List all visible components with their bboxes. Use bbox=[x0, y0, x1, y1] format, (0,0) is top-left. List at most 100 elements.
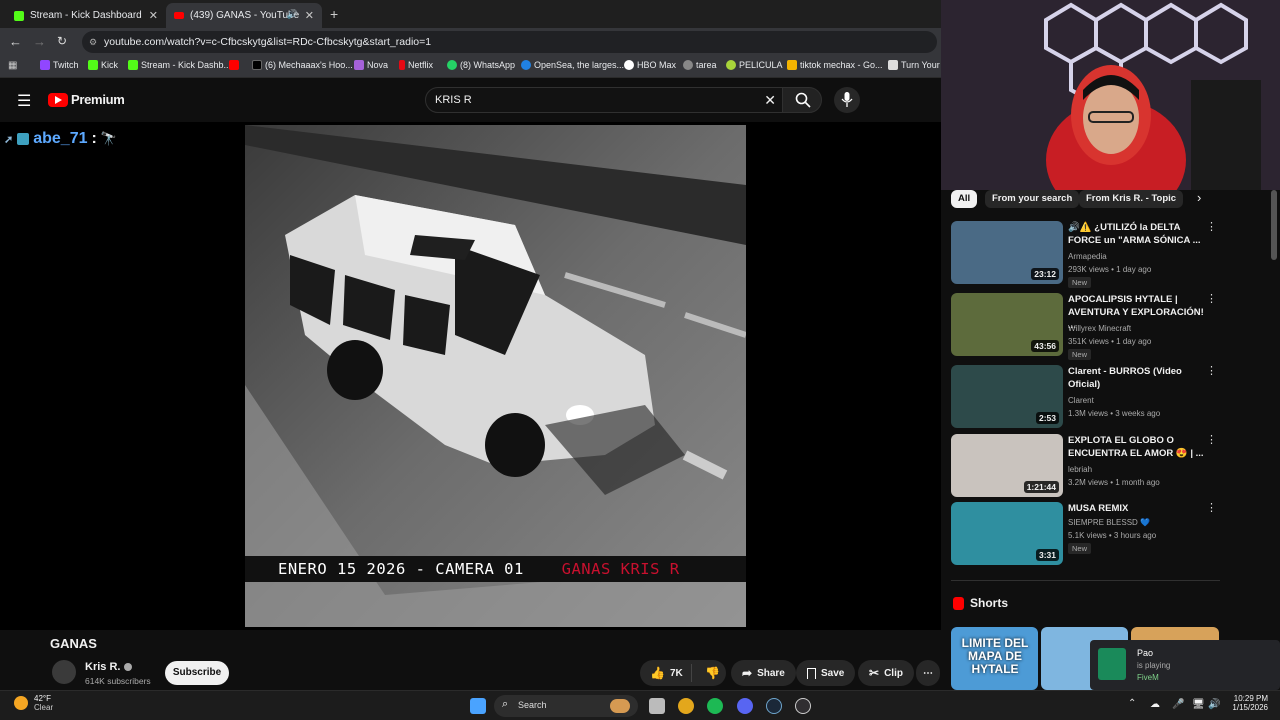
recommendation-item[interactable]: 43:56 APOCALIPSIS HYTALE | AVENTURA Y EX… bbox=[951, 293, 1221, 360]
taskbar-search-label: Search bbox=[518, 700, 547, 710]
tray-icon[interactable]: 🎤 bbox=[1172, 699, 1184, 710]
chevron-up-icon[interactable]: ⌃ bbox=[1128, 698, 1136, 709]
new-tab-button[interactable]: + bbox=[330, 6, 338, 22]
chevron-right-icon[interactable]: › bbox=[1197, 190, 1201, 205]
weather-icon bbox=[14, 696, 28, 710]
bookmark-x[interactable]: (6) Mechaaax's Hoo... bbox=[252, 60, 353, 70]
bookmark-turn-your[interactable]: Turn Your S bbox=[888, 60, 948, 70]
spotify-icon[interactable] bbox=[707, 698, 723, 714]
bookmark-kick[interactable]: Kick bbox=[88, 60, 118, 70]
recommendation-item[interactable]: 1:21:44 EXPLOTA EL GLOBO O ENCUENTRA EL … bbox=[951, 434, 1221, 498]
youtube-logo[interactable]: Premium bbox=[48, 92, 125, 107]
channel-name: Clarent bbox=[1068, 396, 1094, 405]
chrome-icon[interactable] bbox=[678, 698, 694, 714]
more-vert-icon[interactable]: ⋮ bbox=[1206, 294, 1217, 305]
video-thumbnail[interactable]: 23:12 bbox=[951, 221, 1063, 284]
search-button[interactable] bbox=[782, 87, 822, 113]
video-duration: 43:56 bbox=[1031, 340, 1059, 352]
more-vert-icon[interactable]: ⋮ bbox=[1206, 366, 1217, 377]
microphone-icon bbox=[841, 92, 853, 107]
channel-name-row[interactable]: Kris R. bbox=[85, 661, 133, 673]
apps-grid-icon[interactable]: ▦ bbox=[8, 60, 17, 71]
close-icon[interactable]: ✕ bbox=[305, 9, 314, 22]
chip-all[interactable]: All bbox=[951, 190, 978, 208]
url-field[interactable]: ⚙ youtube.com/watch?v=c-Cfbcskytg&list=R… bbox=[82, 31, 937, 53]
more-vert-icon[interactable]: ⋮ bbox=[1206, 435, 1217, 446]
dislike-button[interactable]: 👎 bbox=[697, 666, 720, 680]
recommendation-item[interactable]: 23:12 🔊⚠️ ¿UTILIZÓ la DELTA FORCE un "AR… bbox=[951, 221, 1221, 288]
search-input[interactable]: KRIS R ✕ bbox=[425, 87, 783, 113]
bookmark-tiktok[interactable]: tiktok mechax - Go... bbox=[787, 60, 883, 70]
bookmark-tarea[interactable]: tarea bbox=[683, 60, 717, 70]
bookmark-youtube[interactable] bbox=[229, 60, 242, 70]
bookmark-twitch[interactable]: Twitch bbox=[40, 60, 79, 70]
chip-from-kris-r-topic[interactable]: From Kris R. - Topic bbox=[1079, 190, 1184, 208]
bookmark-label: tarea bbox=[696, 60, 717, 70]
shorts-icon bbox=[953, 596, 964, 610]
clock[interactable]: 10:29 PM 1/15/2026 bbox=[1222, 694, 1268, 712]
recommendation-item[interactable]: 3:31 MUSA REMIX SIEMPRE BLESSD 💙 5.1K vi… bbox=[951, 502, 1221, 566]
video-thumbnail[interactable]: 43:56 bbox=[951, 293, 1063, 356]
bookmark-opensea[interactable]: OpenSea, the larges... bbox=[521, 60, 624, 70]
thumbs-down-icon: 👎 bbox=[705, 666, 720, 680]
voice-search-button[interactable] bbox=[834, 87, 860, 113]
chip-from-your-search[interactable]: From your search bbox=[985, 190, 1080, 208]
monitor-icon[interactable]: 🖥 bbox=[1192, 699, 1205, 710]
video-thumbnail[interactable]: 2:53 bbox=[951, 365, 1063, 428]
video-thumbnail[interactable]: 1:21:44 bbox=[951, 434, 1063, 497]
subscribe-button[interactable]: Subscribe bbox=[165, 661, 229, 685]
more-vert-icon[interactable]: ⋮ bbox=[1206, 222, 1217, 233]
video-thumbnail[interactable]: 3:31 bbox=[951, 502, 1063, 565]
site-info-icon[interactable]: ⚙ bbox=[89, 31, 97, 53]
back-icon[interactable]: ← bbox=[9, 34, 22, 49]
steam-icon[interactable] bbox=[766, 698, 782, 714]
save-button[interactable]: Save bbox=[796, 660, 856, 686]
tab-youtube[interactable]: (439) GANAS - YouTube 🔊 ✕ bbox=[166, 3, 322, 28]
channel-avatar[interactable] bbox=[52, 660, 76, 684]
bookmark-whatsapp[interactable]: (8) WhatsApp bbox=[447, 60, 515, 70]
more-vert-icon[interactable]: ⋮ bbox=[1206, 503, 1217, 514]
forward-icon[interactable]: → bbox=[33, 34, 46, 49]
taskbar-search[interactable]: ⌕ Search bbox=[494, 695, 638, 717]
save-icon bbox=[807, 667, 816, 679]
bookmark-hbo[interactable]: HBO Max bbox=[624, 60, 676, 70]
video-frame[interactable]: ENERO 15 2026 - CAMERA 01 GANAS KRIS R bbox=[245, 125, 746, 627]
windows-start-icon[interactable] bbox=[470, 698, 486, 714]
short-item[interactable]: LIMITE DEL MAPA DE HYTALE bbox=[951, 627, 1038, 690]
video-duration: 23:12 bbox=[1031, 268, 1059, 280]
speaker-icon[interactable]: 🔊 bbox=[287, 9, 298, 20]
obs-icon[interactable] bbox=[795, 698, 811, 714]
bookmark-label: Stream - Kick Dashb... bbox=[141, 60, 232, 70]
share-button[interactable]: ➦ Share bbox=[731, 660, 796, 686]
like-button[interactable]: 👍 7K bbox=[640, 664, 692, 682]
thumbs-up-icon: 👍 bbox=[650, 666, 665, 680]
volume-icon[interactable]: 🔊 bbox=[1208, 699, 1220, 710]
clip-button[interactable]: ✂ Clip bbox=[858, 660, 914, 686]
notification-game: FiveM bbox=[1137, 673, 1159, 682]
tab-kick-dashboard[interactable]: Stream - Kick Dashboard ✕ bbox=[6, 3, 166, 28]
task-view-icon[interactable] bbox=[649, 698, 665, 714]
clear-icon[interactable]: ✕ bbox=[764, 88, 776, 112]
pelicula-icon bbox=[726, 60, 736, 70]
video-player[interactable]: ➚ abe_71 : 🔭 ENERO 15 2026 - CAMERA 01 G… bbox=[0, 122, 941, 630]
menu-icon[interactable]: ☰ bbox=[17, 91, 31, 111]
recommendation-item[interactable]: 2:53 Clarent - BURROS (Video Oficial) Cl… bbox=[951, 365, 1221, 429]
scrollbar[interactable] bbox=[1271, 190, 1277, 260]
discord-notification[interactable]: Pao is playing FiveM bbox=[1090, 640, 1280, 690]
url-text: youtube.com/watch?v=c-Cfbcskytg&list=RDc… bbox=[104, 36, 432, 48]
bookmark-pelicula[interactable]: PELICULA bbox=[726, 60, 783, 70]
reload-icon[interactable]: ↻ bbox=[57, 34, 67, 48]
chat-separator: : bbox=[91, 130, 97, 147]
discord-icon[interactable] bbox=[737, 698, 753, 714]
channel-name: SIEMPRE BLESSD 💙 bbox=[1068, 518, 1150, 527]
more-actions-button[interactable]: ⋯ bbox=[916, 660, 940, 686]
bookmark-label: Nova bbox=[367, 60, 389, 70]
close-icon[interactable]: ✕ bbox=[149, 9, 158, 22]
bookmark-netflix[interactable]: Netflix bbox=[399, 60, 433, 70]
bookmark-nova[interactable]: Nova bbox=[354, 60, 388, 70]
bookmark-kick-dashboard[interactable]: Stream - Kick Dashb... bbox=[128, 60, 231, 70]
weather-widget[interactable]: 42°F Clear bbox=[14, 694, 53, 712]
network-icon[interactable]: ☁ bbox=[1150, 699, 1160, 710]
more-icon: ⋯ bbox=[923, 667, 933, 679]
video-caption-title: GANAS KRIS R bbox=[561, 560, 680, 578]
